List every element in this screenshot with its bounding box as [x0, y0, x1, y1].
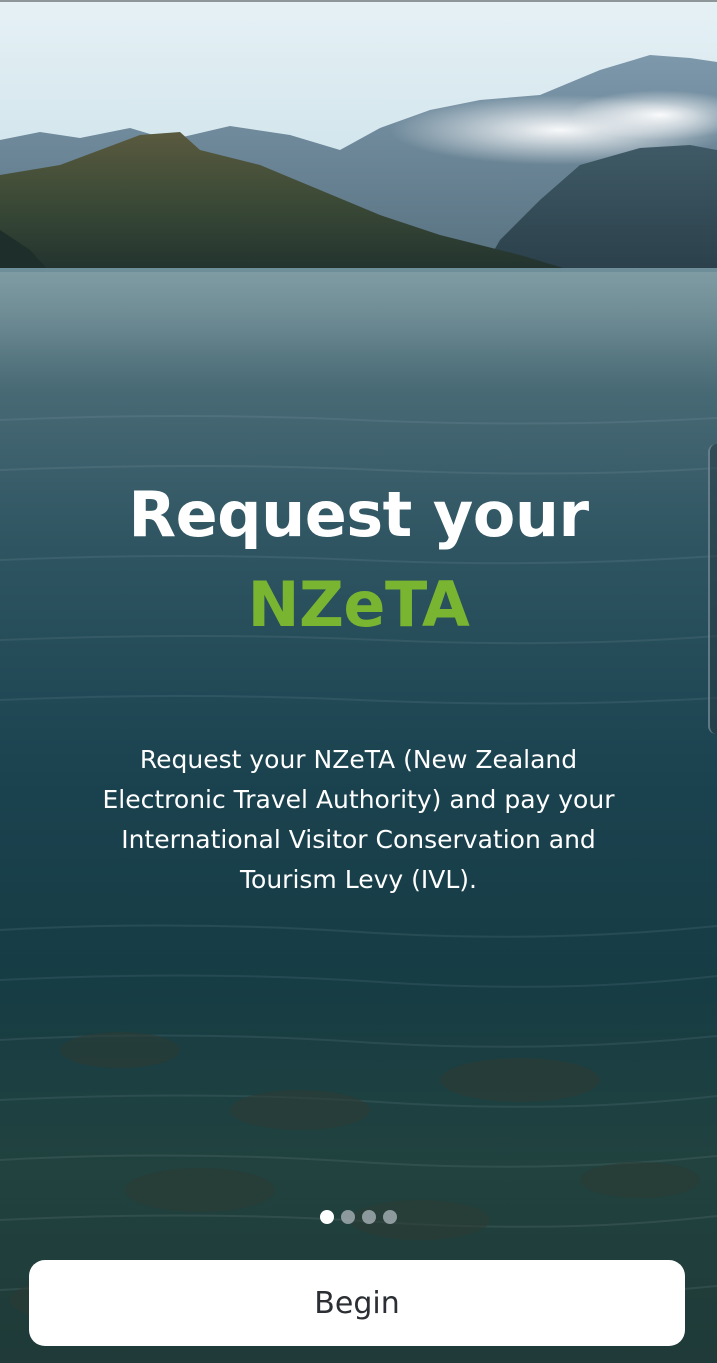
onboarding-screen: Request your NZeTA Request your NZeTA (N… — [0, 0, 717, 1363]
page-title: Request your NZeTA — [0, 470, 717, 650]
description-text: Request your NZeTA (New Zealand Electron… — [102, 745, 615, 894]
begin-button[interactable]: Begin — [29, 1260, 685, 1346]
headline-line-2: NZeTA — [247, 568, 470, 641]
lake-mountains-image — [0, 0, 717, 1363]
page-dot-2[interactable] — [341, 1210, 355, 1224]
page-dot-1[interactable] — [320, 1210, 334, 1224]
page-dot-3[interactable] — [362, 1210, 376, 1224]
headline-line-1: Request your — [128, 478, 589, 551]
status-edge — [0, 0, 717, 2]
page-indicator — [0, 1210, 717, 1224]
page-dot-4[interactable] — [383, 1210, 397, 1224]
